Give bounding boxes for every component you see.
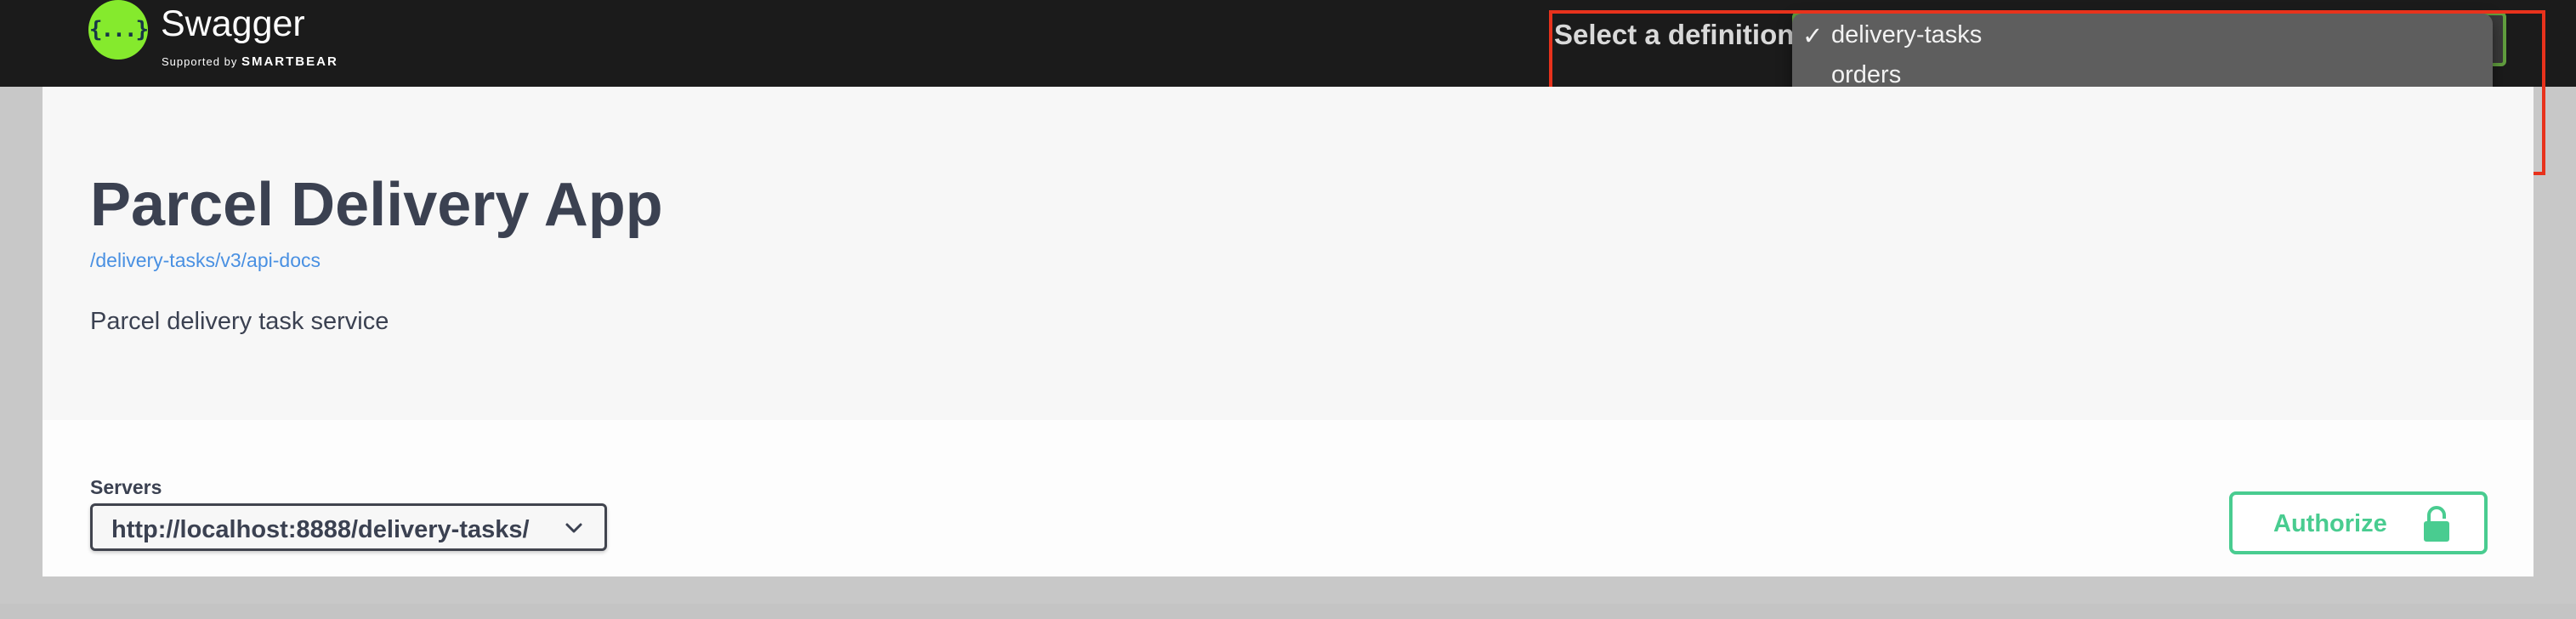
swagger-logo-icon: {...} <box>88 0 149 60</box>
servers-section <box>43 420 2533 576</box>
brand-sub: Supported by SMARTBEAR <box>162 54 338 69</box>
servers-label: Servers <box>90 476 162 498</box>
chevron-down-icon <box>565 523 582 533</box>
brand-name: Swagger <box>161 3 305 44</box>
swagger-logo[interactable]: {...} Swagger Supported by SMARTBEAR <box>88 0 343 75</box>
authorize-label: Authorize <box>2273 510 2387 537</box>
lock-icon <box>2424 506 2449 542</box>
info-panel <box>43 87 2533 420</box>
authorize-button[interactable]: Authorize <box>2229 491 2488 554</box>
servers-selected-value: http://localhost:8888/delivery-tasks/ <box>111 516 530 543</box>
page-title: Parcel Delivery App <box>90 171 663 239</box>
servers-select[interactable]: http://localhost:8888/delivery-tasks/ <box>90 503 607 551</box>
api-docs-link[interactable]: /delivery-tasks/v3/api-docs <box>90 249 321 272</box>
api-description: Parcel delivery task service <box>90 308 389 335</box>
page-bottom-band <box>0 604 2576 619</box>
